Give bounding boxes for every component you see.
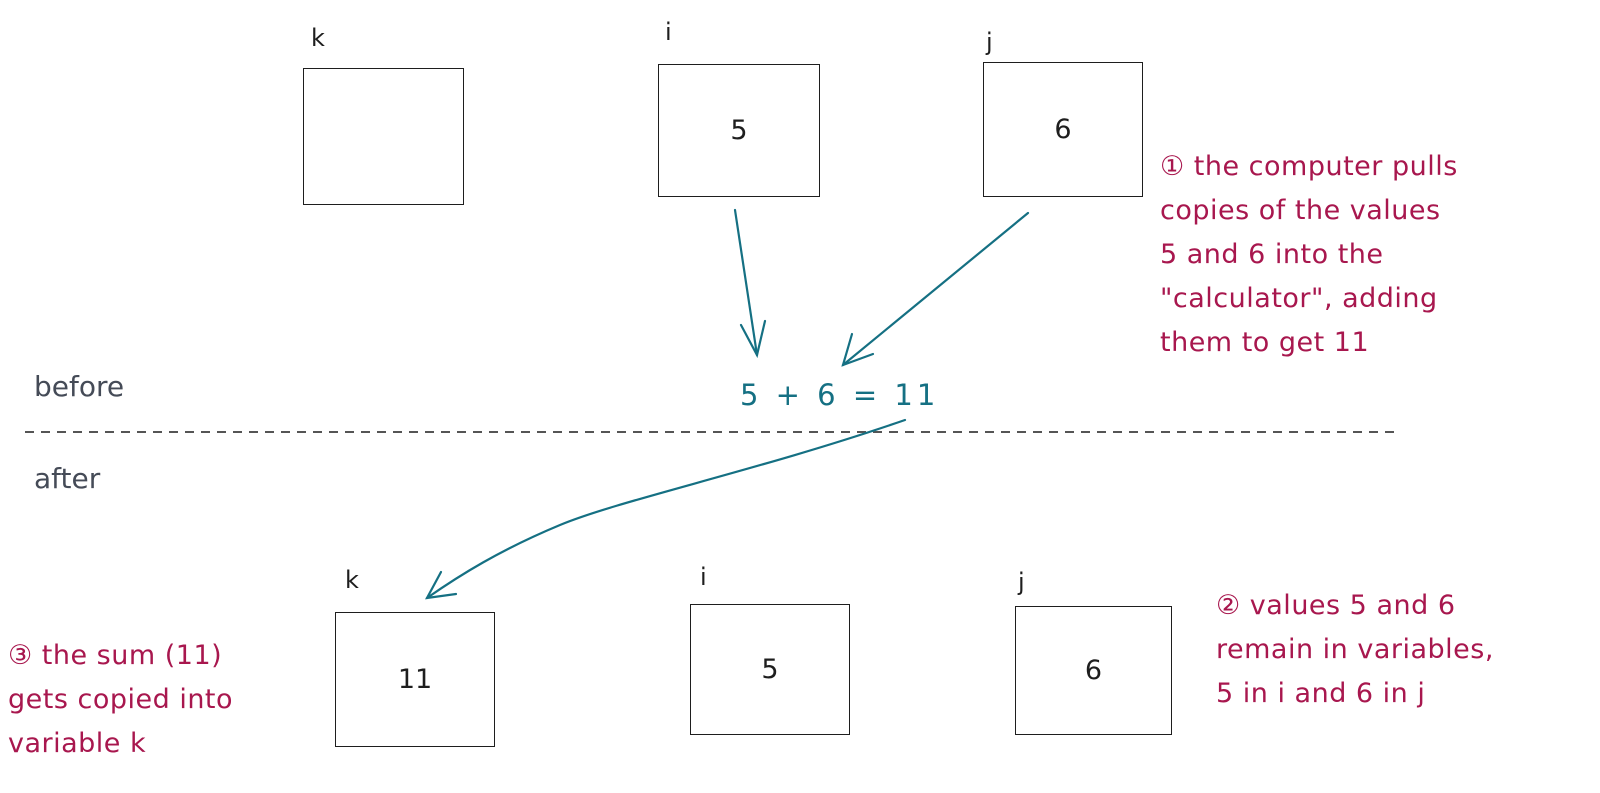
- annotation-2-line: remain in variables,: [1216, 634, 1494, 665]
- arrow-j-to-equation: [841, 211, 1030, 367]
- annotation-3: ③ the sum (11) gets copied into variable…: [8, 634, 233, 766]
- annotation-1-line: copies of the values: [1160, 195, 1441, 226]
- annotation-2-line: 5 in i and 6 in j: [1216, 678, 1426, 709]
- var-box-j-after: 6: [1015, 606, 1172, 735]
- annotation-3-line: ③ the sum (11): [8, 640, 223, 671]
- var-label-k-after: k: [345, 566, 359, 594]
- var-label-j-before: j: [986, 28, 993, 56]
- var-box-k-before: [303, 68, 464, 205]
- before-label: before: [34, 370, 125, 403]
- after-label: after: [34, 462, 101, 495]
- annotation-1: ① the computer pulls copies of the value…: [1160, 145, 1458, 365]
- var-box-k-after: 11: [335, 612, 495, 747]
- equation: 5 + 6 = 11: [740, 378, 940, 412]
- var-box-j-before: 6: [983, 62, 1143, 197]
- annotation-2-line: ② values 5 and 6: [1216, 590, 1456, 621]
- var-box-i-after: 5: [690, 604, 850, 735]
- annotation-1-line: ① the computer pulls: [1160, 151, 1458, 182]
- annotation-1-line: "calculator", adding: [1160, 283, 1438, 314]
- annotation-3-line: variable k: [8, 728, 147, 759]
- var-label-j-after: j: [1018, 568, 1025, 596]
- var-label-i-after: i: [700, 563, 707, 591]
- arrow-sum-to-k: [425, 418, 907, 600]
- annotation-2: ② values 5 and 6 remain in variables, 5 …: [1216, 584, 1494, 716]
- var-label-k-before: k: [311, 24, 325, 52]
- var-label-i-before: i: [665, 18, 672, 46]
- annotation-1-line: them to get 11: [1160, 327, 1370, 358]
- annotation-3-line: gets copied into: [8, 684, 234, 715]
- annotation-1-line: 5 and 6 into the: [1160, 239, 1384, 270]
- var-box-i-before: 5: [658, 64, 820, 197]
- arrow-i-to-equation: [733, 208, 767, 359]
